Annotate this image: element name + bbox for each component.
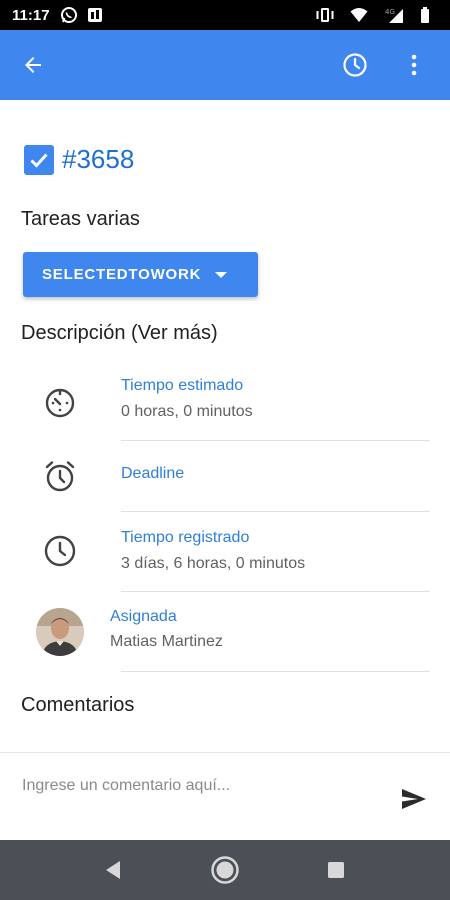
detail-row-logged[interactable]: Tiempo registrado 3 días, 6 horas, 0 min… (0, 512, 450, 592)
history-button[interactable] (340, 50, 370, 80)
comment-bar (0, 752, 450, 840)
task-detail: #3658 Tareas varias SELECTEDTOWORK Descr… (0, 100, 450, 752)
task-title: Tareas varias (21, 208, 140, 230)
whatsapp-icon (60, 6, 78, 24)
chevron-down-icon (215, 271, 228, 278)
status-bar: 11:17 4G (0, 0, 450, 30)
logged-label: Tiempo registrado (121, 529, 250, 546)
alarm-icon (40, 456, 80, 496)
vibrate-icon (315, 7, 335, 23)
more-options-button[interactable] (402, 50, 426, 80)
estimated-label: Tiempo estimado (121, 377, 244, 394)
recents-square-icon (328, 862, 344, 878)
task-header: #3658 (24, 144, 134, 175)
wifi-icon (350, 7, 368, 23)
status-label: SELECTEDTOWORK (42, 266, 202, 283)
nav-home-button[interactable] (210, 855, 240, 885)
assigned-value: Matias Martinez (110, 633, 223, 650)
detail-row-estimated[interactable]: Tiempo estimado 0 horas, 0 minutos (0, 370, 450, 442)
task-id: #3658 (62, 144, 135, 174)
nav-recents-button[interactable] (321, 855, 351, 885)
detail-row-deadline[interactable]: Deadline (0, 442, 450, 512)
nav-back-button[interactable] (98, 855, 128, 885)
status-dropdown[interactable]: SELECTEDTOWORK (23, 252, 258, 297)
assigned-label: Asignada (110, 608, 177, 625)
send-icon (402, 789, 426, 809)
avatar (36, 608, 84, 656)
description-link[interactable]: Descripción (Ver más) (21, 322, 218, 345)
app-bar (0, 30, 450, 100)
network-label: 4G (385, 8, 395, 16)
notification-icon (86, 6, 104, 24)
detail-row-assigned[interactable]: Asignada Matias Martinez (0, 592, 450, 672)
signal-icon: 4G (383, 7, 405, 23)
deadline-label: Deadline (121, 465, 185, 482)
system-nav-bar (0, 840, 450, 900)
clock-icon (343, 53, 367, 77)
arrow-left-icon (25, 57, 41, 73)
comments-title: Comentarios (21, 694, 135, 716)
logged-value: 3 días, 6 horas, 0 minutos (121, 555, 306, 572)
back-button[interactable] (18, 50, 48, 80)
back-triangle-icon (106, 861, 120, 879)
divider (121, 440, 430, 441)
estimated-value: 0 horas, 0 minutos (121, 403, 253, 420)
battery-icon (420, 7, 430, 23)
more-vert-icon (411, 54, 417, 76)
timer-icon (40, 382, 80, 422)
check-icon (30, 152, 48, 168)
home-circle-icon (211, 856, 239, 884)
task-checkbox[interactable] (24, 144, 54, 175)
status-indicators: 4G (315, 7, 438, 23)
status-time: 11:17 (12, 6, 50, 24)
send-button[interactable] (398, 785, 430, 813)
comment-input[interactable] (22, 777, 372, 795)
clock-icon (40, 531, 80, 571)
divider (121, 671, 430, 672)
